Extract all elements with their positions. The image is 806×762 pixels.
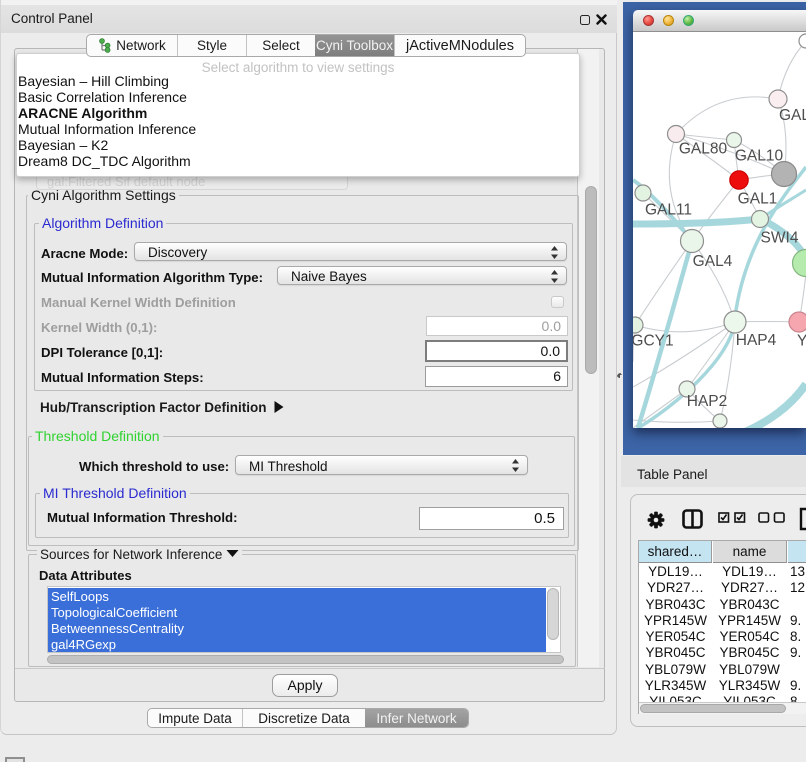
svg-text:GAL4: GAL4 <box>693 253 733 270</box>
svg-text:GCY1: GCY1 <box>633 333 674 350</box>
svg-text:HAP2: HAP2 <box>687 393 728 410</box>
svg-text:GAL1: GAL1 <box>738 191 778 208</box>
svg-text:Y: Y <box>797 333 806 350</box>
svg-text:GAL7: GAL7 <box>779 107 806 124</box>
svg-text:HAP4: HAP4 <box>736 332 777 349</box>
svg-text:SWI4: SWI4 <box>761 230 799 247</box>
svg-text:GAL10: GAL10 <box>735 148 784 165</box>
svg-text:GAL80: GAL80 <box>679 141 728 158</box>
svg-text:GAL11: GAL11 <box>645 202 692 219</box>
